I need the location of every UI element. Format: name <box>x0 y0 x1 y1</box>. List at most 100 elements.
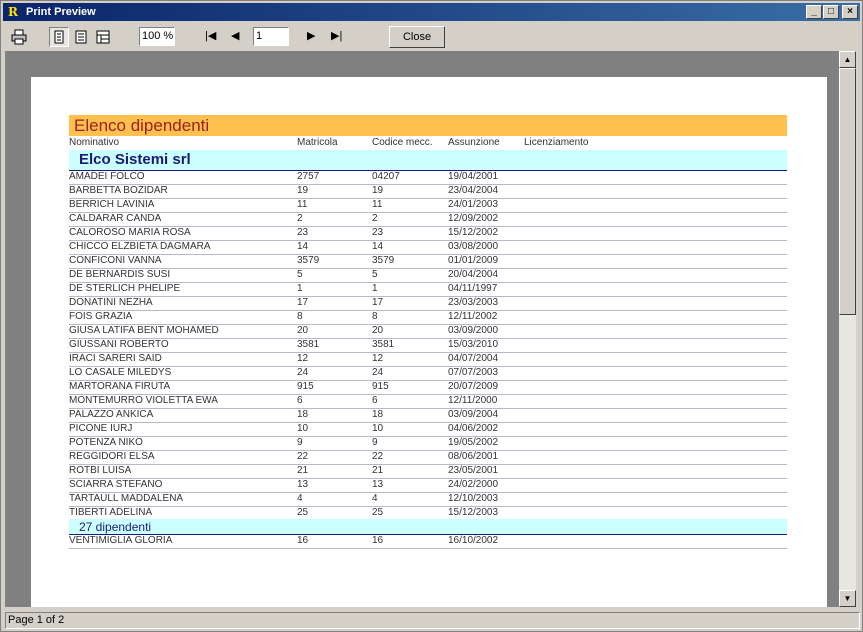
close-button[interactable]: Close <box>389 26 445 48</box>
cell-code: 18 <box>372 409 384 420</box>
cell-badge: 6 <box>297 395 303 406</box>
cell-hired: 15/12/2002 <box>448 227 499 238</box>
next-page-icon[interactable]: ▶ <box>307 29 315 42</box>
scroll-up-button[interactable]: ▲ <box>839 51 856 68</box>
cell-badge: 8 <box>297 311 303 322</box>
table-row: DE BERNARDIS SUSI 5 5 20/04/2004 <box>69 269 787 283</box>
single-page-icon <box>54 30 64 44</box>
table-row: TARTAULL MADDALENA 4 4 12/10/2003 <box>69 493 787 507</box>
zoom-field[interactable]: 100 % <box>139 27 175 46</box>
cell-code: 16 <box>372 535 384 546</box>
last-page-icon[interactable]: ▶| <box>331 29 342 42</box>
cell-hired: 20/04/2004 <box>448 269 499 280</box>
one-page-view-button[interactable] <box>49 27 69 47</box>
minimize-button[interactable]: _ <box>806 5 822 19</box>
group-header: Elco Sistemi srl <box>69 150 787 171</box>
cell-badge: 20 <box>297 325 309 336</box>
cell-code: 10 <box>372 423 384 434</box>
status-bar: Page 1 of 2 <box>3 610 860 630</box>
cell-hired: 04/07/2004 <box>448 353 499 364</box>
report-title: Elenco dipendenti <box>74 116 210 135</box>
multi-page-icon <box>96 30 110 44</box>
window-title: Print Preview <box>26 6 96 18</box>
cell-badge: 4 <box>297 493 303 504</box>
table-row: DONATINI NEZHA 17 17 23/03/2003 <box>69 297 787 311</box>
cell-name: DONATINI NEZHA <box>69 297 153 308</box>
title-bar[interactable]: R Print Preview _ □ × <box>3 3 860 21</box>
cell-hired: 16/10/2002 <box>448 535 499 546</box>
column-header-hired: Assunzione <box>448 137 500 148</box>
cell-hired: 03/08/2000 <box>448 241 499 252</box>
cell-code: 2 <box>372 213 378 224</box>
cell-badge: 3579 <box>297 255 320 266</box>
company-name: Elco Sistemi srl <box>79 151 191 168</box>
cell-badge: 16 <box>297 535 309 546</box>
cell-hired: 20/07/2009 <box>448 381 499 392</box>
cell-code: 13 <box>372 479 384 490</box>
cell-hired: 23/03/2003 <box>448 297 499 308</box>
page-width-icon <box>75 30 87 44</box>
page-number-input[interactable]: 1 <box>253 27 289 46</box>
cell-name: ROTBI LUISA <box>69 465 132 476</box>
table-row: CHICCO ELZBIETA DAGMARA 14 14 03/08/2000 <box>69 241 787 255</box>
table-row: LO CASALE MILEDYS 24 24 07/07/2003 <box>69 367 787 381</box>
table-row: CONFICONI VANNA 3579 3579 01/01/2009 <box>69 255 787 269</box>
cell-badge: 23 <box>297 227 309 238</box>
cell-code: 915 <box>372 381 389 392</box>
cell-hired: 12/10/2003 <box>448 493 499 504</box>
cell-badge: 18 <box>297 409 309 420</box>
cell-code: 20 <box>372 325 384 336</box>
cell-name: REGGIDORI ELSA <box>69 451 155 462</box>
cell-hired: 12/11/2000 <box>448 395 498 406</box>
cell-badge: 17 <box>297 297 309 308</box>
cell-hired: 12/09/2002 <box>448 213 499 224</box>
print-button[interactable] <box>9 27 29 47</box>
printer-icon <box>11 29 27 45</box>
cell-code: 17 <box>372 297 384 308</box>
cell-code: 14 <box>372 241 384 252</box>
cell-code: 5 <box>372 269 378 280</box>
table-row: BERRICH LAVINIA 11 11 24/01/2003 <box>69 199 787 213</box>
cell-name: GIUSSANI ROBERTO <box>69 339 169 350</box>
cell-badge: 24 <box>297 367 309 378</box>
page-status: Page 1 of 2 <box>5 612 860 629</box>
cell-badge: 12 <box>297 353 309 364</box>
app-icon: R <box>8 5 18 19</box>
print-preview-window: R Print Preview _ □ × 100 % |◀ ◀ 1 ▶ ▶| … <box>0 0 863 632</box>
column-header-name: Nominativo <box>69 137 120 148</box>
cell-badge: 25 <box>297 507 309 518</box>
cell-badge: 5 <box>297 269 303 280</box>
cell-name: VENTIMIGLIA GLORIA <box>69 535 173 546</box>
scroll-thumb[interactable] <box>839 68 856 315</box>
multi-page-view-button[interactable] <box>93 27 113 47</box>
cell-name: POTENZA NIKO <box>69 437 143 448</box>
cell-code: 6 <box>372 395 378 406</box>
cell-name: GIUSA LATIFA BENT MOHAMED <box>69 325 219 336</box>
cell-badge: 14 <box>297 241 309 252</box>
previous-page-icon[interactable]: ◀ <box>231 29 239 42</box>
cell-hired: 24/01/2003 <box>448 199 499 210</box>
cell-name: MARTORANA FIRUTA <box>69 381 171 392</box>
cell-hired: 23/05/2001 <box>448 465 499 476</box>
table-row: BARBETTA BOZIDAR 19 19 23/04/2004 <box>69 185 787 199</box>
vertical-scrollbar[interactable]: ▲ ▼ <box>839 51 856 607</box>
cell-hired: 24/02/2000 <box>448 479 499 490</box>
cell-badge: 21 <box>297 465 309 476</box>
table-row: POTENZA NIKO 9 9 19/05/2002 <box>69 437 787 451</box>
scroll-down-button[interactable]: ▼ <box>839 590 856 607</box>
table-row: MARTORANA FIRUTA 915 915 20/07/2009 <box>69 381 787 395</box>
two-page-view-button[interactable] <box>71 27 91 47</box>
cell-name: BERRICH LAVINIA <box>69 199 155 210</box>
first-page-icon[interactable]: |◀ <box>205 29 216 42</box>
maximize-button[interactable]: □ <box>823 5 839 19</box>
cell-name: PICONE IURJ <box>69 423 133 434</box>
cell-code: 1 <box>372 283 378 294</box>
window-controls: _ □ × <box>805 5 858 19</box>
close-window-button[interactable]: × <box>842 5 858 19</box>
column-header-dismissed: Licenziamento <box>524 137 589 148</box>
cell-hired: 03/09/2000 <box>448 325 499 336</box>
cell-name: CONFICONI VANNA <box>69 255 162 266</box>
cell-name: DE STERLICH PHELIPE <box>69 283 181 294</box>
cell-code: 24 <box>372 367 384 378</box>
cell-name: AMADEI FOLCO <box>69 171 145 182</box>
